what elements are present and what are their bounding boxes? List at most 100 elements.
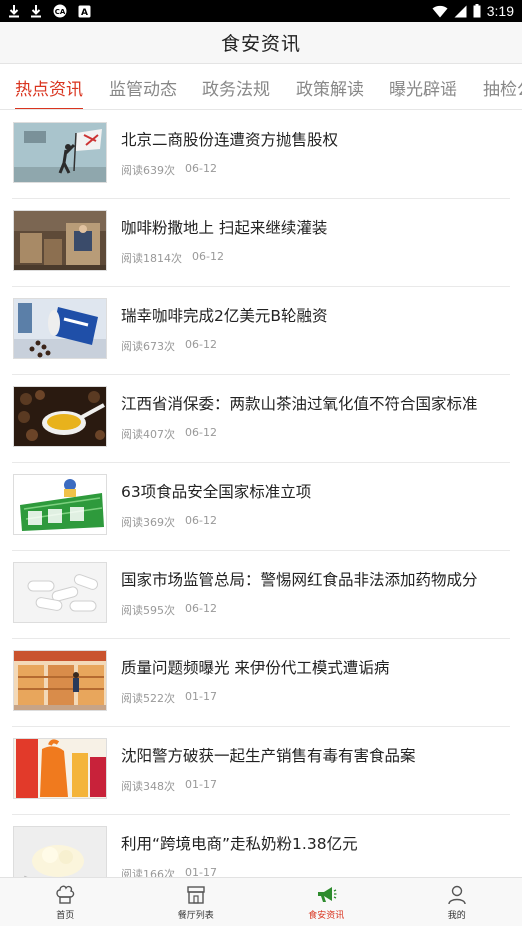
nav-label: 餐厅列表 (177, 910, 214, 921)
news-meta: 阅读595次 06-12 (121, 602, 217, 618)
page-title: 食安资讯 (220, 33, 301, 55)
news-thumbnail (13, 650, 107, 711)
store-shelves-image (14, 651, 106, 710)
battery-icon (473, 4, 481, 18)
colored-drinks-image (14, 739, 106, 798)
news-title: 沈阳警方破获一起生产销售有毒有害食品案 (121, 747, 416, 765)
news-meta: 阅读407次 06-12 (121, 426, 217, 442)
news-title: 江西省消保委：两款山茶油过氧化值不符合国家标准 (121, 395, 478, 413)
news-meta: 阅读673次 06-12 (121, 338, 217, 354)
nav-profile[interactable]: 我的 (392, 878, 522, 926)
tab-label: 政策解读 (296, 79, 364, 100)
news-meta: 阅读639次 06-12 (121, 162, 217, 178)
read-count: 阅读595次 (121, 604, 175, 617)
tab-policy-interpretation[interactable]: 政策解读 (296, 64, 364, 109)
news-item[interactable]: 咖啡粉撒地上 扫起来继续灌装 阅读1814次 06-12 (0, 199, 522, 287)
chef-hat-icon (54, 884, 76, 906)
news-item[interactable]: 63项食品安全国家标准立项 阅读369次 06-12 (0, 463, 522, 551)
news-title: 63项食品安全国家标准立项 (121, 483, 312, 501)
news-thumbnail (13, 474, 107, 535)
news-title: 咖啡粉撒地上 扫起来继续灌装 (121, 219, 328, 237)
user-icon (446, 884, 468, 906)
read-count: 阅读673次 (121, 340, 175, 353)
publish-date: 01-17 (185, 866, 217, 877)
title-bar: 食安资讯 (0, 22, 522, 64)
bottom-nav: 首页 餐厅列表 食安资讯 我的 (0, 877, 522, 926)
read-count: 阅读1814次 (121, 252, 182, 265)
news-title: 质量问题频曝光 来伊份代工模式遭诟病 (121, 659, 390, 677)
status-bar: CA A 3:19 (0, 0, 522, 22)
download-icon (8, 4, 20, 18)
news-item[interactable]: 质量问题频曝光 来伊份代工模式遭诟病 阅读522次 01-17 (0, 639, 522, 727)
publish-date: 06-12 (185, 514, 217, 527)
news-item[interactable]: 北京二商股份连遭资方抛售股权 阅读639次 06-12 (0, 111, 522, 199)
publish-date: 06-12 (192, 250, 224, 263)
publish-date: 06-12 (185, 602, 217, 615)
tab-hot-news[interactable]: 热点资讯 (15, 64, 83, 109)
news-item[interactable]: 沈阳警方破获一起生产销售有毒有害食品案 阅读348次 01-17 (0, 727, 522, 815)
publish-date: 06-12 (185, 426, 217, 439)
store-icon (185, 884, 207, 906)
news-item[interactable]: 瑞幸咖啡完成2亿美元B轮融资 阅读673次 06-12 (0, 287, 522, 375)
news-meta: 阅读522次 01-17 (121, 690, 217, 706)
category-tabs: 热点资讯 监管动态 政务法规 政策解读 曝光辟谣 抽检公告 (0, 64, 522, 110)
news-title: 瑞幸咖啡完成2亿美元B轮融资 (121, 307, 328, 325)
news-list: 北京二商股份连遭资方抛售股权 阅读639次 06-12 咖啡粉撒地上 扫起来继续… (0, 111, 522, 877)
news-thumbnail (13, 298, 107, 359)
news-thumbnail (13, 122, 107, 183)
publish-date: 06-12 (185, 162, 217, 175)
news-thumbnail (13, 562, 107, 623)
tab-label: 热点资讯 (15, 79, 83, 100)
read-count: 阅读639次 (121, 164, 175, 177)
news-thumbnail (13, 826, 107, 877)
milk-powder-image (14, 827, 106, 877)
svg-text:CA: CA (55, 8, 66, 16)
download-icon (30, 4, 42, 18)
news-meta: 阅读348次 01-17 (121, 778, 217, 794)
nav-restaurants[interactable]: 餐厅列表 (131, 878, 262, 926)
nav-label: 我的 (447, 910, 466, 921)
wifi-icon (432, 5, 448, 18)
tab-exposure-rumors[interactable]: 曝光辟谣 (389, 64, 457, 109)
nav-label: 食安资讯 (308, 910, 345, 921)
news-item[interactable]: 利用“跨境电商”走私奶粉1.38亿元 阅读166次 01-17 (0, 815, 522, 877)
news-thumbnail (13, 738, 107, 799)
publish-date: 01-17 (185, 778, 217, 791)
news-meta: 阅读1814次 06-12 (121, 250, 224, 266)
news-thumbnail (13, 210, 107, 271)
read-count: 阅读522次 (121, 692, 175, 705)
cell-signal-icon (454, 5, 467, 18)
status-right: 3:19 (432, 3, 514, 19)
a-icon: A (78, 5, 91, 18)
news-thumbnail (13, 386, 107, 447)
nav-food-safety-news[interactable]: 食安资讯 (261, 878, 392, 926)
nav-home[interactable]: 首页 (0, 878, 131, 926)
news-title: 北京二商股份连遭资方抛售股权 (121, 131, 339, 149)
coffee-cup-image (14, 299, 106, 358)
ca-icon: CA (52, 4, 68, 18)
news-meta: 阅读369次 06-12 (121, 514, 217, 530)
svg-text:A: A (81, 8, 88, 18)
tab-label: 抽检公告 (483, 79, 522, 100)
tab-inspection-notices[interactable]: 抽检公告 (483, 64, 522, 109)
news-item[interactable]: 江西省消保委：两款山茶油过氧化值不符合国家标准 阅读407次 06-12 (0, 375, 522, 463)
tab-regulatory-news[interactable]: 监管动态 (109, 64, 177, 109)
read-count: 阅读348次 (121, 780, 175, 793)
read-count: 阅读407次 (121, 428, 175, 441)
news-meta: 阅读166次 01-17 (121, 866, 217, 877)
status-left: CA A (8, 4, 91, 18)
tab-regulations[interactable]: 政务法规 (202, 64, 270, 109)
publish-date: 06-12 (185, 338, 217, 351)
businessman-flag-image (14, 123, 106, 182)
publish-date: 01-17 (185, 690, 217, 703)
capsules-image (14, 563, 106, 622)
tea-oil-image (14, 387, 106, 446)
news-item[interactable]: 国家市场监管总局：警惕网红食品非法添加药物成分 阅读595次 06-12 (0, 551, 522, 639)
food-safety-logo-image (14, 475, 106, 534)
megaphone-icon (315, 884, 337, 906)
nav-label: 首页 (56, 910, 75, 921)
read-count: 阅读369次 (121, 516, 175, 529)
status-time: 3:19 (486, 3, 514, 19)
news-title: 利用“跨境电商”走私奶粉1.38亿元 (121, 835, 358, 853)
warehouse-image (14, 211, 106, 270)
